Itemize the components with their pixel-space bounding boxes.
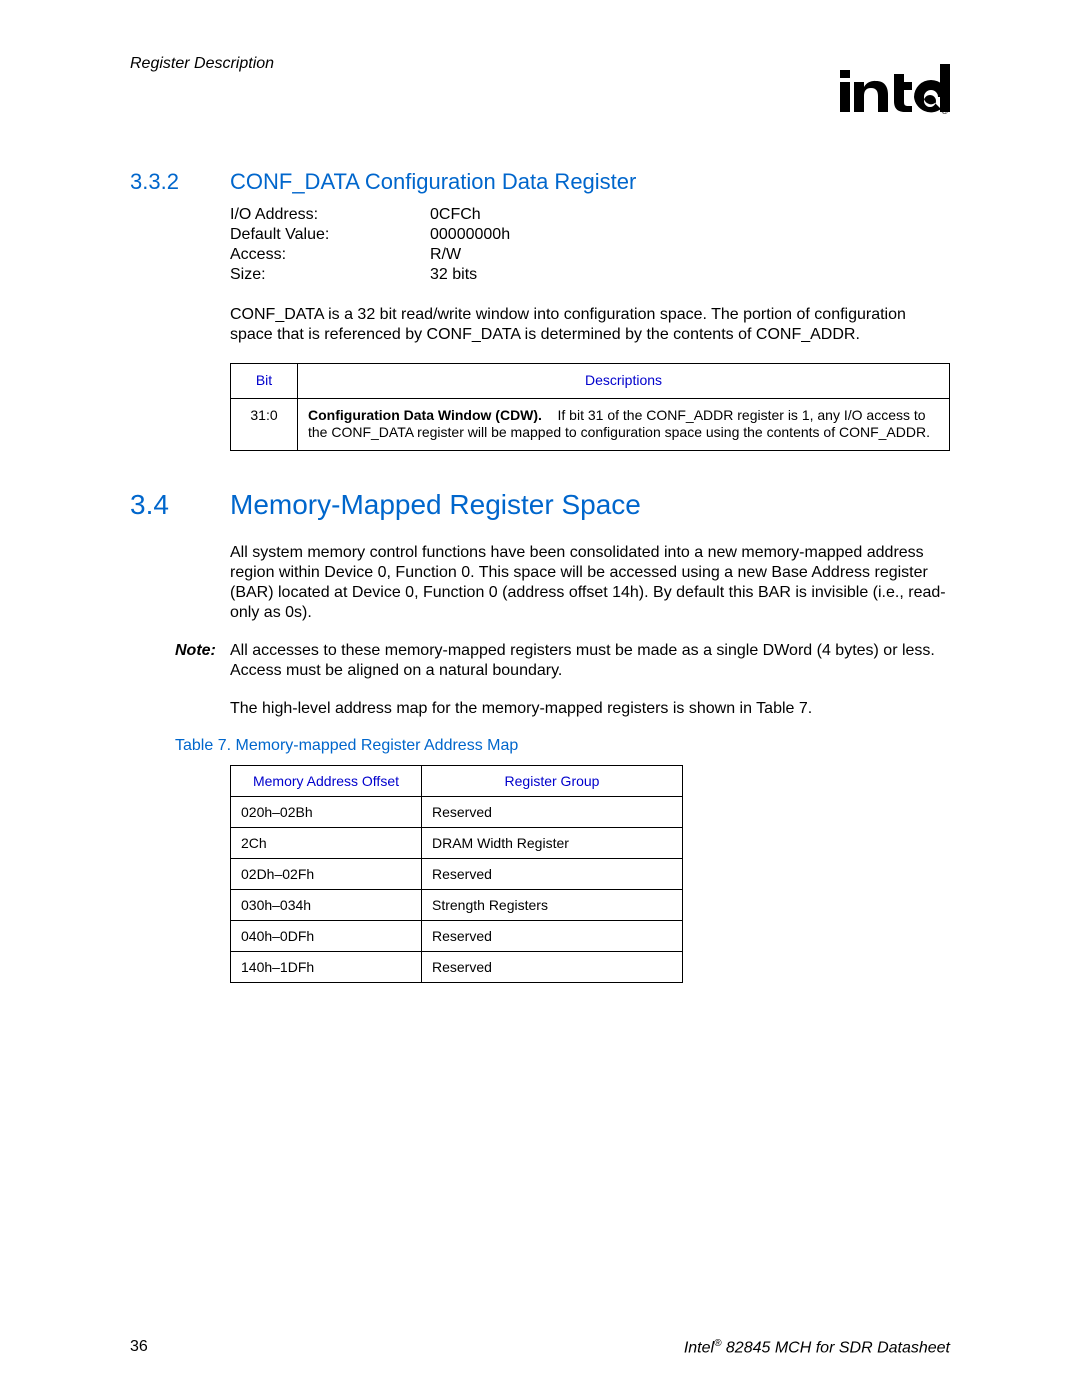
prop-value-io-address: 0CFCh — [430, 205, 510, 225]
table-row: 02Dh–02FhReserved — [231, 858, 683, 889]
page-footer: 36 Intel® 82845 MCH for SDR Datasheet — [130, 1338, 950, 1357]
addr-offset-header: Memory Address Offset — [231, 765, 422, 796]
bit-description-table: Bit Descriptions 31:0 Configuration Data… — [230, 363, 950, 451]
table-row: 040h–0DFhReserved — [231, 920, 683, 951]
addr-offset-cell: 040h–0DFh — [231, 920, 422, 951]
page-number: 36 — [130, 1338, 148, 1357]
section-title: Memory-Mapped Register Space — [230, 489, 641, 521]
addr-offset-cell: 2Ch — [231, 827, 422, 858]
table-7-caption: Table 7. Memory-mapped Register Address … — [175, 737, 950, 755]
register-group-header: Register Group — [422, 765, 683, 796]
prop-value-default-value: 00000000h — [430, 225, 510, 245]
register-group-cell: Reserved — [422, 858, 683, 889]
addr-offset-cell: 02Dh–02Fh — [231, 858, 422, 889]
bit-header: Bit — [231, 364, 298, 399]
intel-logo: ® — [840, 62, 950, 114]
section-number: 3.4 — [130, 489, 230, 521]
table-row: 140h–1DFhReserved — [231, 951, 683, 982]
prop-label-default-value: Default Value: — [230, 225, 430, 245]
section-3-3-2-heading: 3.3.2 CONF_DATA Configuration Data Regis… — [130, 169, 950, 195]
mm-para-2: The high-level address map for the memor… — [230, 699, 950, 719]
register-properties: I/O Address: Default Value: Access: Size… — [230, 205, 950, 285]
table-row: 030h–034hStrength Registers — [231, 889, 683, 920]
section-title: CONF_DATA Configuration Data Register — [230, 169, 636, 195]
prop-value-access: R/W — [430, 245, 510, 265]
register-group-cell: Reserved — [422, 951, 683, 982]
doc-prefix: Intel — [684, 1339, 714, 1356]
bit-desc-bold: Configuration Data Window (CDW). — [308, 407, 542, 423]
table-row: 2ChDRAM Width Register — [231, 827, 683, 858]
table-row: 020h–02BhReserved — [231, 796, 683, 827]
running-head: Register Description — [130, 55, 950, 73]
mm-para-1: All system memory control functions have… — [230, 543, 950, 623]
addr-offset-cell: 140h–1DFh — [231, 951, 422, 982]
register-group-cell: Strength Registers — [422, 889, 683, 920]
section-number: 3.3.2 — [130, 169, 230, 195]
bit-description: Configuration Data Window (CDW). If bit … — [298, 398, 950, 450]
section-3-4-heading: 3.4 Memory-Mapped Register Space — [130, 489, 950, 521]
conf-data-description: CONF_DATA is a 32 bit read/write window … — [230, 305, 950, 345]
note-body: All accesses to these memory-mapped regi… — [230, 641, 950, 681]
note: Note: All accesses to these memory-mappe… — [130, 641, 950, 681]
descriptions-header: Descriptions — [298, 364, 950, 399]
document-title: Intel® 82845 MCH for SDR Datasheet — [684, 1338, 950, 1357]
addr-offset-cell: 030h–034h — [231, 889, 422, 920]
note-label: Note: — [175, 641, 230, 681]
prop-label-size: Size: — [230, 265, 430, 285]
register-group-cell: DRAM Width Register — [422, 827, 683, 858]
register-group-cell: Reserved — [422, 796, 683, 827]
memory-address-map-table: Memory Address Offset Register Group 020… — [230, 765, 683, 983]
doc-suffix: 82845 MCH for SDR Datasheet — [721, 1339, 950, 1356]
prop-label-access: Access: — [230, 245, 430, 265]
bit-table-row: 31:0 Configuration Data Window (CDW). If… — [231, 398, 950, 450]
prop-value-size: 32 bits — [430, 265, 510, 285]
register-group-cell: Reserved — [422, 920, 683, 951]
svg-text:®: ® — [941, 106, 948, 114]
addr-offset-cell: 020h–02Bh — [231, 796, 422, 827]
bit-range: 31:0 — [231, 398, 298, 450]
prop-label-io-address: I/O Address: — [230, 205, 430, 225]
